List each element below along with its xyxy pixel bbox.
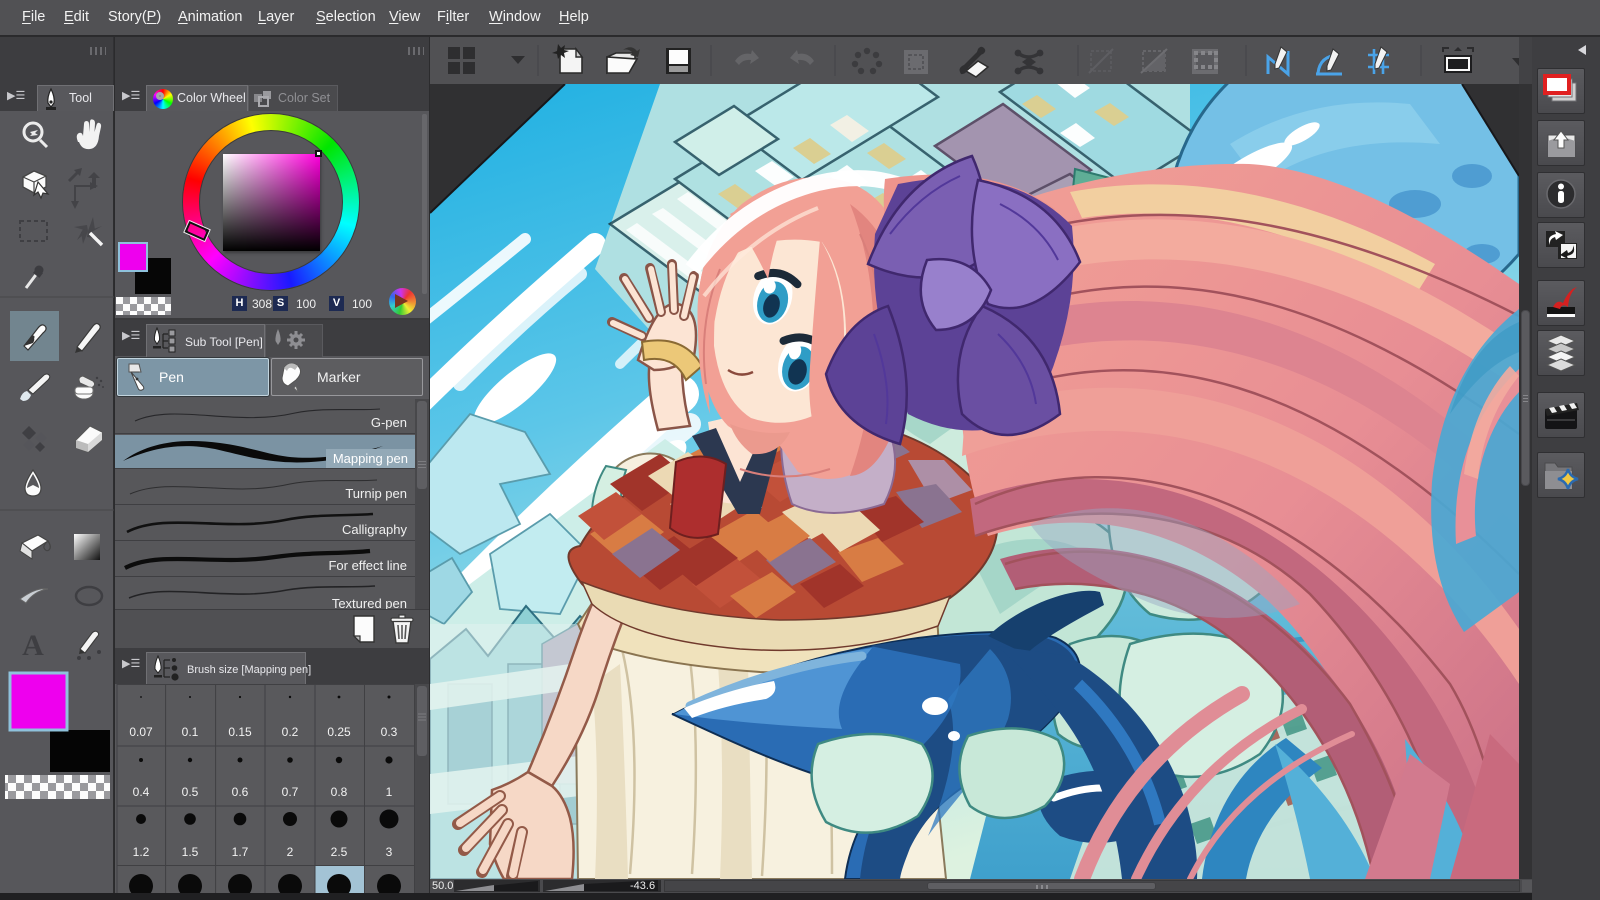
svg-text:1: 1	[386, 785, 393, 799]
svg-text:0.07: 0.07	[129, 725, 153, 739]
svg-text:2: 2	[287, 845, 294, 859]
svg-text:1.5: 1.5	[182, 845, 199, 859]
svg-text:0.2: 0.2	[282, 725, 299, 739]
svg-text:0.7: 0.7	[282, 785, 299, 799]
svg-text:0.4: 0.4	[133, 785, 150, 799]
svg-text:0.15: 0.15	[228, 725, 252, 739]
svg-text:0.8: 0.8	[331, 785, 348, 799]
svg-text:1.7: 1.7	[232, 845, 249, 859]
svg-text:3: 3	[386, 845, 393, 859]
svg-text:2.5: 2.5	[331, 845, 348, 859]
svg-text:0.1: 0.1	[182, 725, 199, 739]
svg-text:0.6: 0.6	[232, 785, 249, 799]
svg-text:0.25: 0.25	[327, 725, 351, 739]
svg-text:1.2: 1.2	[133, 845, 150, 859]
svg-text:0.5: 0.5	[182, 785, 199, 799]
svg-text:0.3: 0.3	[381, 725, 398, 739]
svg-text:A: A	[22, 629, 44, 662]
